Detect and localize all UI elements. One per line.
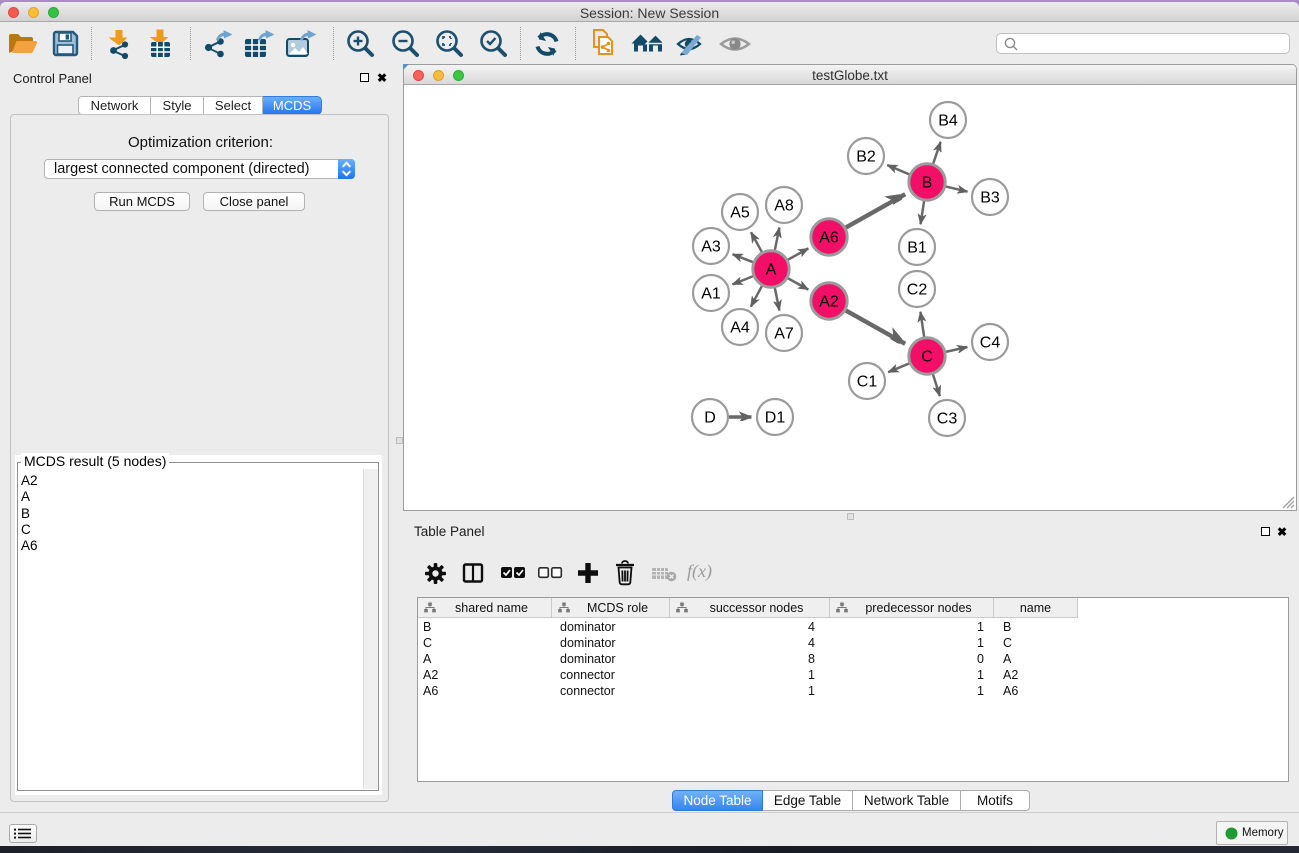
svg-text:A3: A3	[701, 239, 721, 256]
svg-text:B3: B3	[980, 190, 1000, 207]
svg-text:C3: C3	[937, 411, 958, 428]
svg-text:A1: A1	[701, 286, 721, 303]
svg-text:C1: C1	[857, 374, 878, 391]
svg-text:C4: C4	[980, 335, 1001, 352]
svg-text:A8: A8	[774, 198, 794, 215]
svg-text:C2: C2	[907, 282, 928, 299]
svg-text:D1: D1	[765, 410, 786, 427]
svg-text:B: B	[922, 175, 933, 192]
svg-text:D: D	[704, 410, 716, 427]
svg-text:A4: A4	[730, 320, 750, 337]
svg-text:A7: A7	[774, 326, 794, 343]
svg-text:B4: B4	[938, 113, 958, 130]
svg-text:B2: B2	[856, 149, 876, 166]
svg-text:B1: B1	[907, 240, 927, 257]
svg-text:C: C	[921, 349, 933, 366]
svg-text:A: A	[766, 262, 777, 279]
svg-text:A2: A2	[819, 294, 839, 311]
svg-text:A6: A6	[819, 230, 839, 247]
svg-text:A5: A5	[730, 205, 750, 222]
